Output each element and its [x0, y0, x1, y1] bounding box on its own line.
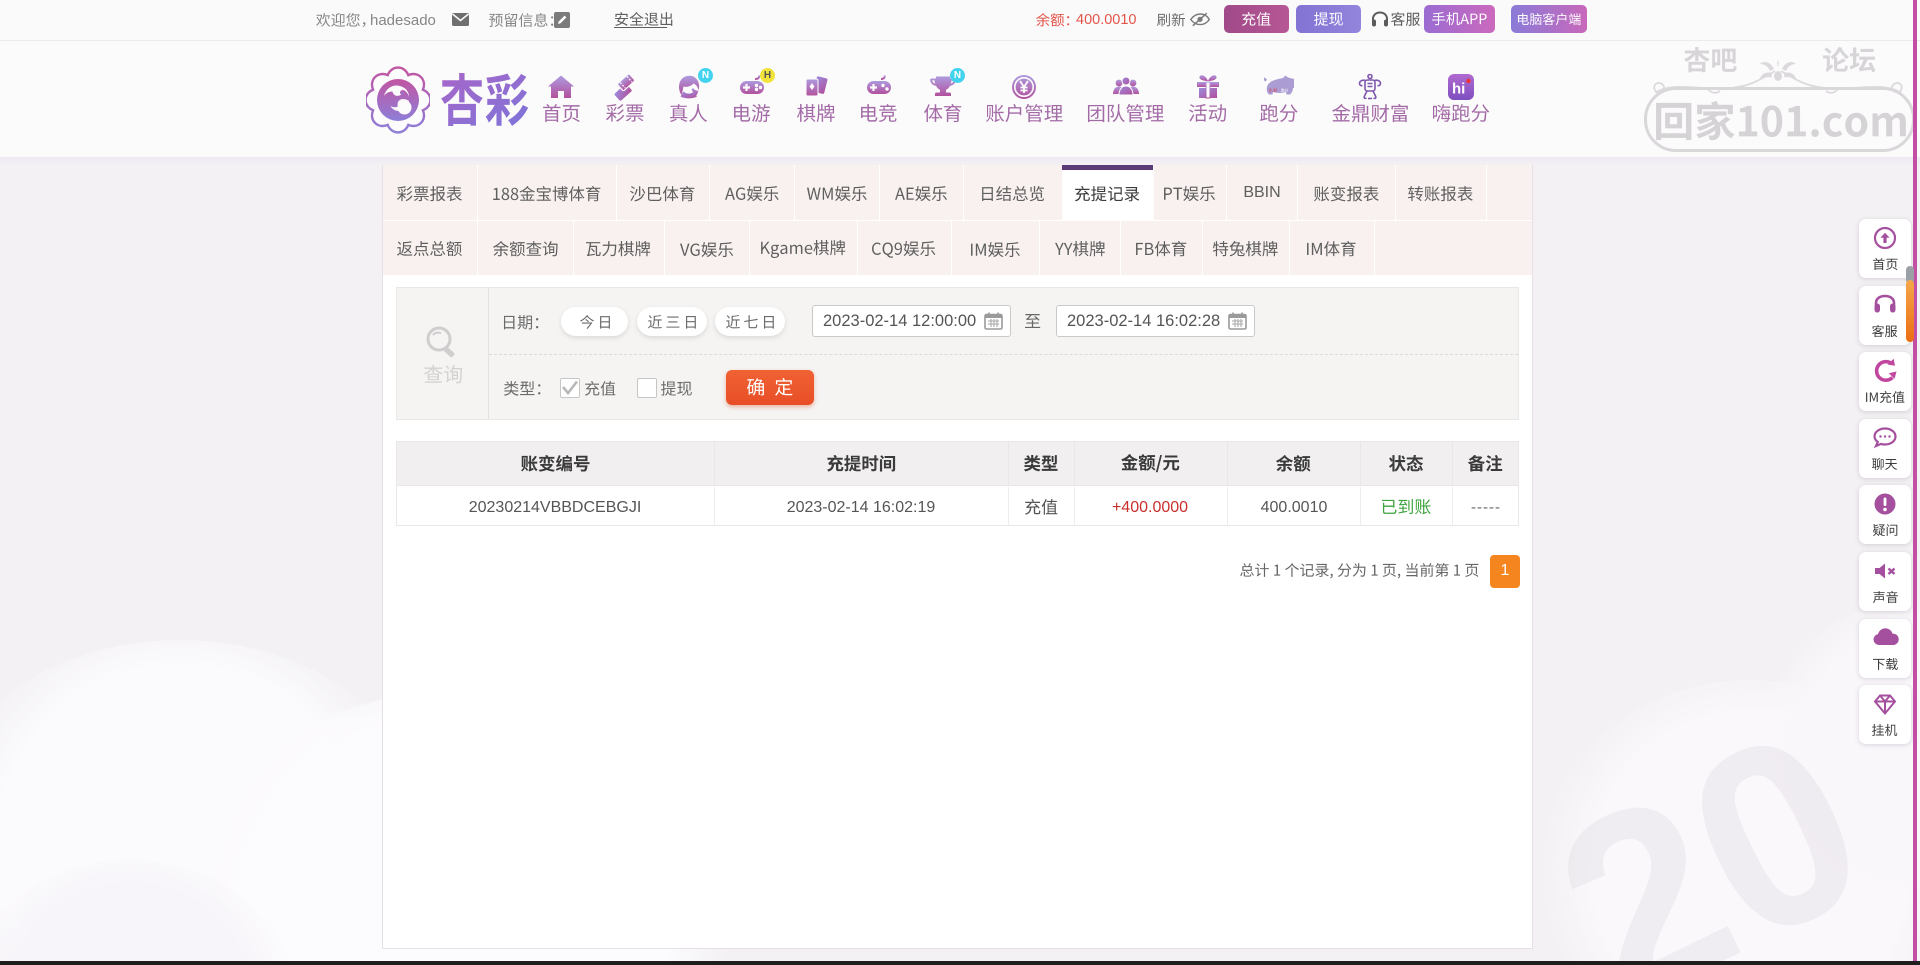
svg-text:跑分: 跑分 — [1281, 88, 1289, 93]
svg-text:hi: hi — [1452, 81, 1465, 98]
svg-text:2.1t: 2.1t — [1269, 88, 1277, 93]
